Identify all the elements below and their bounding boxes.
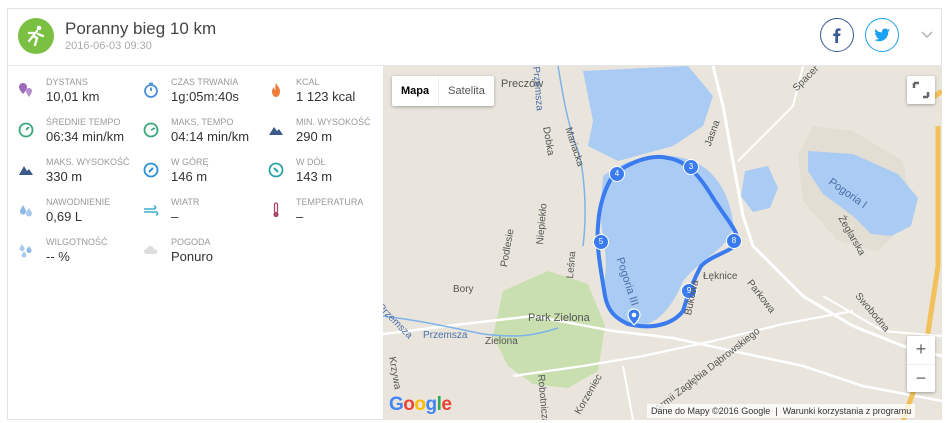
map-label: Park Zielona [528, 312, 590, 324]
stat-value: 10,01 km [46, 89, 100, 104]
waypoint-marker[interactable]: 8 [726, 233, 742, 249]
stat-label: ŚREDNIE TEMPO [46, 117, 121, 127]
stat-label: CZAS TRWANIA [171, 77, 239, 87]
stat-value: 04:14 min/km [171, 129, 250, 144]
speedometer-icon [18, 122, 34, 138]
stat-label: W DÓŁ [296, 157, 326, 167]
route-map[interactable]: 3 4 5 8 9 Preczów Pogoria III Pogoria I … [383, 66, 942, 420]
map-label: Przemsza [423, 330, 468, 341]
stat-wind: WIATR – [133, 194, 255, 230]
stat-value: 06:34 min/km [46, 129, 125, 144]
google-logo: Google [389, 394, 452, 415]
wind-icon [144, 205, 159, 216]
fullscreen-button[interactable] [907, 76, 935, 104]
stat-value: 1g:05m:40s [171, 89, 239, 104]
stat-value: -- % [46, 249, 70, 264]
stat-max-pace: MAKS. TEMPO 04:14 min/km [133, 114, 255, 150]
tab-map[interactable]: Mapa [392, 76, 440, 106]
stat-avg-pace: ŚREDNIE TEMPO 06:34 min/km [8, 114, 130, 150]
humidity-icon [19, 244, 32, 258]
stat-calories: KCAL 1 123 kcal [258, 74, 380, 110]
stat-label: MIN. WYSOKOŚĆ [296, 117, 371, 127]
activity-title: Poranny bieg 10 km [65, 19, 217, 38]
zoom-control: + − [907, 336, 935, 392]
stat-duration: CZAS TRWANIA 1g:05m:40s [133, 74, 255, 110]
stat-weather: POGODA Ponuro [133, 234, 255, 270]
waypoint-marker[interactable]: 4 [609, 166, 625, 182]
compass-down-icon [268, 162, 284, 178]
activity-date: 2016-06-03 09:30 [65, 40, 152, 52]
fullscreen-icon [912, 81, 930, 99]
attribution-text: Dane do Mapy ©2016 Google [651, 406, 771, 416]
stat-value: 0,69 L [46, 209, 83, 224]
stat-min-altitude: MIN. WYSOKOŚĆ 290 m [258, 114, 380, 150]
stat-value: – [296, 209, 304, 224]
stat-value: 1 123 kcal [296, 89, 356, 104]
stat-value: 143 m [296, 169, 333, 184]
map-label: Zielona [485, 336, 518, 347]
stat-label: NAWODNIENIE [46, 197, 111, 207]
activity-header: Poranny bieg 10 km 2016-06-03 09:30 [8, 9, 941, 66]
chevron-down-icon[interactable] [920, 27, 934, 41]
stat-value: – [171, 209, 179, 224]
waypoint-marker[interactable]: 3 [683, 159, 699, 175]
cloud-icon [144, 246, 158, 254]
stat-temperature: TEMPERATURA – [258, 194, 380, 230]
stat-value: 146 m [171, 169, 208, 184]
stat-label: DYSTANS [46, 77, 88, 87]
stat-value: 330 m [46, 169, 83, 184]
map-label: Bory [453, 284, 474, 295]
mountain-icon [269, 127, 283, 135]
facebook-share-button[interactable] [820, 18, 854, 52]
mountain-icon [19, 166, 33, 175]
stat-ascent: W GÓRĘ 146 m [133, 154, 255, 190]
stat-label: POGODA [171, 237, 211, 247]
tab-satellite[interactable]: Satelita [439, 76, 494, 106]
stat-value: Ponuro [171, 249, 213, 264]
stat-label: WILGOTNOŚĆ [46, 237, 108, 247]
stat-max-altitude: MAKS. WYSOKOŚĆ 330 m [8, 154, 130, 190]
zoom-out-button[interactable]: − [907, 365, 935, 393]
map-type-control: Mapa Satelita [392, 76, 494, 106]
stat-label: TEMPERATURA [296, 197, 364, 207]
stat-descent: W DÓŁ 143 m [258, 154, 380, 190]
twitter-icon [874, 28, 890, 42]
map-label: Łęknice [703, 271, 738, 282]
stat-label: WIATR [171, 197, 200, 207]
stat-hydration: NAWODNIENIE 0,69 L [8, 194, 130, 230]
running-person-icon [18, 18, 54, 54]
map-attribution: Dane do Mapy ©2016 Google | Warunki korz… [647, 404, 916, 418]
activity-card: Poranny bieg 10 km 2016-06-03 09:30 DYST… [7, 8, 942, 420]
thermometer-icon [273, 202, 279, 218]
stat-distance: DYSTANS 10,01 km [8, 74, 130, 110]
stopwatch-icon [144, 82, 158, 98]
start-pin-icon[interactable] [627, 308, 641, 326]
waypoint-marker[interactable]: 5 [593, 234, 609, 250]
stat-label: KCAL [296, 77, 320, 87]
stat-humidity: WILGOTNOŚĆ -- % [8, 234, 130, 270]
stat-label: MAKS. TEMPO [171, 117, 234, 127]
flame-icon [272, 83, 280, 97]
compass-up-icon [143, 162, 159, 178]
stat-label: MAKS. WYSOKOŚĆ [46, 157, 130, 167]
water-drops-icon [20, 205, 32, 217]
terms-link[interactable]: Warunki korzystania z programu [783, 406, 912, 416]
distance-pin-icon [19, 83, 32, 97]
stat-label: W GÓRĘ [171, 157, 209, 167]
zoom-in-button[interactable]: + [907, 336, 935, 365]
speedometer-icon [143, 122, 159, 138]
twitter-share-button[interactable] [865, 18, 899, 52]
stats-panel: DYSTANS 10,01 km CZAS TRWANIA 1g:05m:40s… [8, 66, 383, 421]
stat-value: 290 m [296, 129, 333, 144]
facebook-icon [833, 28, 841, 43]
